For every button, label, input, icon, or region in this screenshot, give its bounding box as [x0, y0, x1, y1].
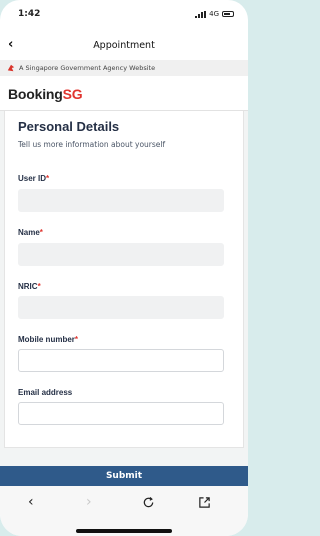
status-time: 1:42 — [18, 9, 41, 19]
gov-banner-text: A Singapore Government Agency Website — [19, 64, 156, 72]
nric-field[interactable] — [18, 296, 224, 319]
site-header: BookingSG — [0, 77, 248, 111]
section-subtitle: Tell us more information about yourself — [18, 140, 166, 149]
gov-banner: A Singapore Government Agency Website — [0, 60, 248, 76]
user-id-field[interactable] — [18, 189, 224, 212]
mobile-number-input[interactable] — [18, 349, 224, 372]
home-indicator — [76, 529, 172, 533]
status-bar: 1:42 4G — [0, 0, 248, 30]
email-address-input[interactable] — [18, 402, 224, 425]
name-label: Name* — [18, 228, 43, 237]
chevron-left-icon[interactable]: ‹ — [28, 494, 34, 510]
email-address-label: Email address — [18, 388, 73, 397]
nric-label: NRIC* — [18, 282, 41, 291]
personal-details-card: Personal Details Tell us more informatio… — [4, 111, 244, 448]
submit-button[interactable]: Submit — [0, 466, 248, 486]
logo-text-sg: SG — [62, 86, 83, 102]
user-id-label: User ID* — [18, 174, 50, 183]
chevron-right-icon[interactable]: › — [86, 494, 92, 510]
share-icon[interactable] — [198, 496, 211, 509]
bookingsg-logo[interactable]: BookingSG — [8, 86, 83, 102]
logo-text-booking: Booking — [8, 86, 63, 102]
status-icons: 4G — [195, 10, 234, 18]
network-label: 4G — [209, 10, 219, 18]
reload-icon[interactable] — [142, 496, 155, 509]
lion-head-icon — [7, 64, 15, 72]
signal-icon — [195, 10, 207, 18]
battery-icon — [222, 11, 234, 17]
nav-bar: ‹ Appointment — [0, 36, 248, 56]
nav-title: Appointment — [93, 40, 155, 51]
phone-screen: 1:42 4G ‹ Appointment A Singapore Govern… — [0, 0, 248, 536]
section-title: Personal Details — [18, 119, 120, 134]
name-field[interactable] — [18, 243, 224, 266]
mobile-number-label: Mobile number* — [18, 335, 79, 344]
